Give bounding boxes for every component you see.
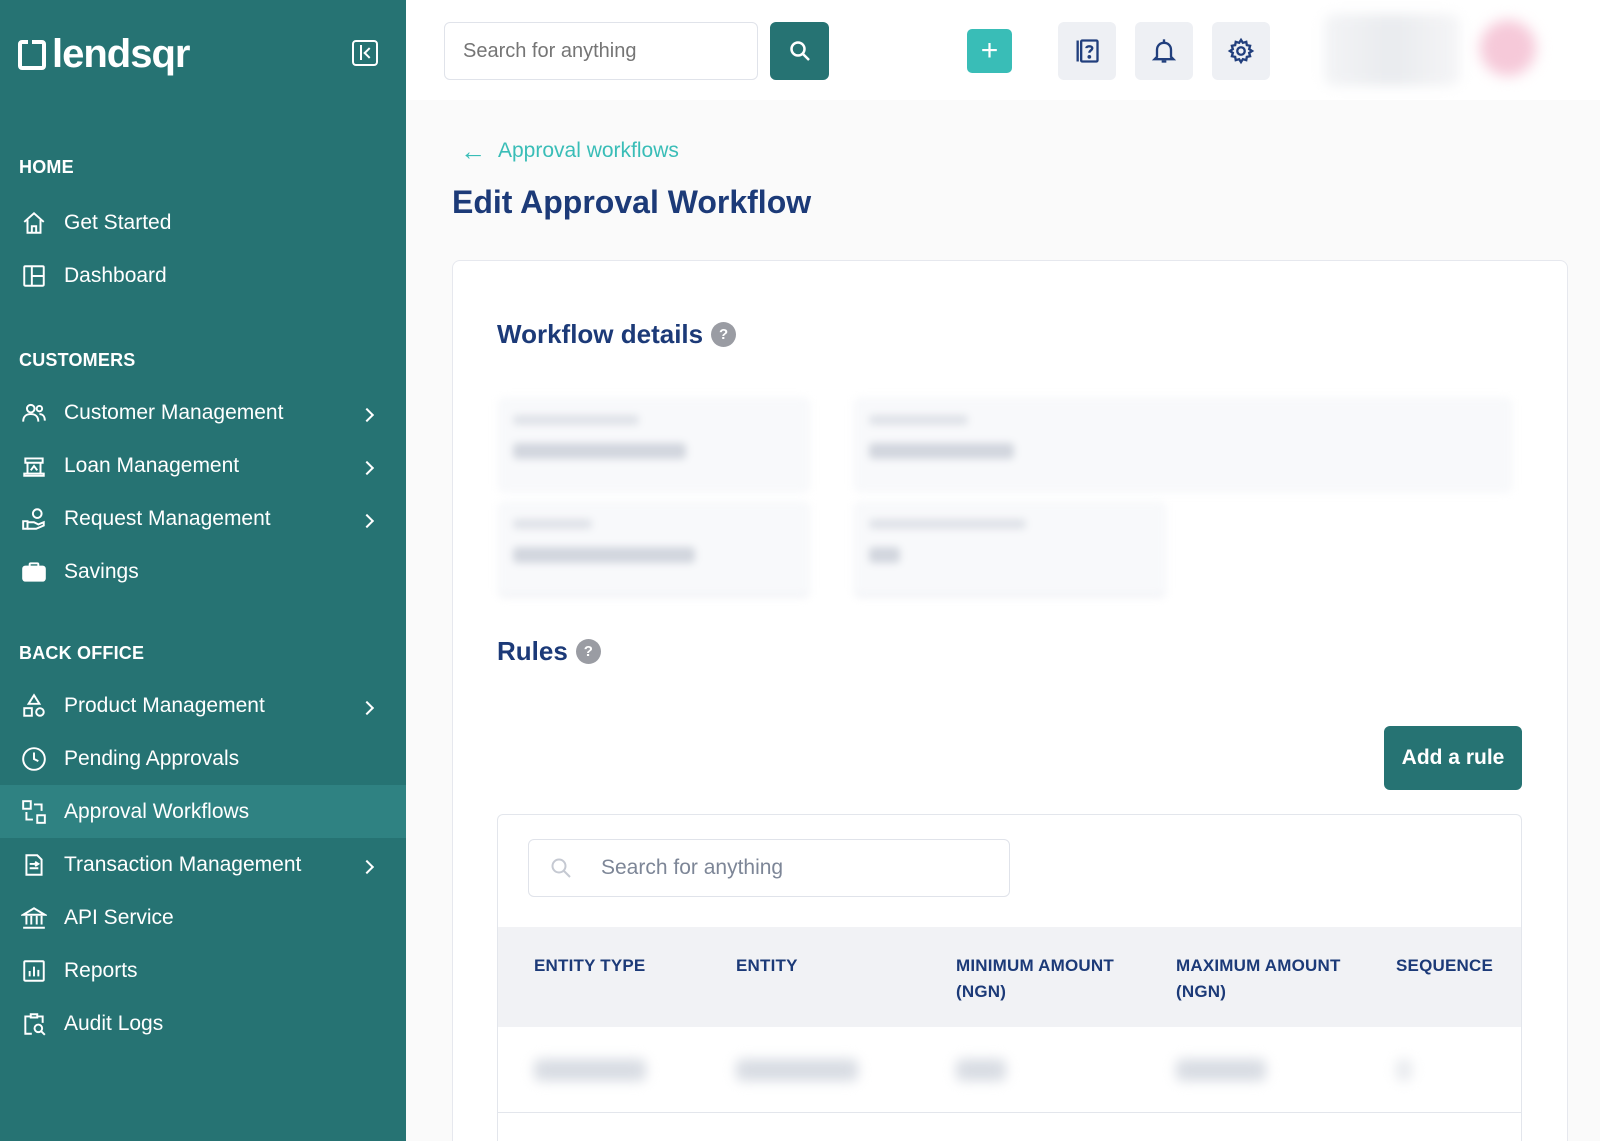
table-header: ENTITY TYPE ENTITY MINIMUM AMOUNT (NGN) M… xyxy=(498,927,1521,1027)
blurred-cell xyxy=(1396,1059,1412,1081)
create-new-button[interactable]: + xyxy=(967,29,1012,73)
chevron-right-icon xyxy=(359,859,375,874)
search-button[interactable] xyxy=(770,22,829,80)
hand-coin-icon xyxy=(20,505,48,533)
rules-title: Rules xyxy=(497,636,568,666)
sidebar-item-label: Loan Management xyxy=(64,453,240,477)
lendsqr-logo[interactable]: lendsqr xyxy=(18,32,190,77)
column-header-entity-type: ENTITY TYPE xyxy=(534,956,646,975)
sidebar-item-label: Savings xyxy=(64,559,139,583)
column-header-entity: ENTITY xyxy=(736,956,798,975)
page-title: Edit Approval Workflow xyxy=(452,184,812,220)
sidebar-item-reports[interactable]: Reports xyxy=(0,944,406,997)
bell-icon xyxy=(1151,39,1177,63)
search-icon xyxy=(789,41,810,61)
sidebar-item-savings[interactable]: Savings xyxy=(0,545,406,598)
sidebar-item-get-started[interactable]: Get Started xyxy=(0,196,406,249)
sidebar-item-label: Pending Approvals xyxy=(64,746,240,770)
blurred-field[interactable] xyxy=(853,397,1513,493)
blurred-cell xyxy=(956,1059,1006,1081)
workflow-details-title: Workflow details xyxy=(497,319,704,349)
arrow-left-icon: ← xyxy=(460,136,486,166)
help-docs-button[interactable] xyxy=(1058,22,1116,80)
blurred-cell xyxy=(534,1059,646,1081)
settings-button[interactable] xyxy=(1212,22,1270,80)
clipboard-search-icon xyxy=(20,1010,48,1038)
sidebar-item-label: Approval Workflows xyxy=(64,799,250,823)
avatar[interactable] xyxy=(1480,20,1536,76)
blurred-select-field[interactable] xyxy=(497,501,811,597)
bank-building-icon xyxy=(20,452,48,480)
column-header-maximum-amount: MAXIMUM AMOUNT (NGN) xyxy=(1176,956,1341,1001)
workflow-details-heading: Workflow details ? xyxy=(497,319,737,350)
home-icon xyxy=(20,209,48,237)
blurred-cell xyxy=(1176,1059,1266,1081)
sidebar-item-customer-management[interactable]: Customer Management xyxy=(0,386,406,439)
user-name-blurred[interactable] xyxy=(1324,14,1460,86)
section-label-back-office: BACK OFFICE xyxy=(19,643,145,663)
table-search-input[interactable]: Search for anything xyxy=(528,839,1010,897)
shapes-icon xyxy=(20,692,48,720)
users-icon xyxy=(20,399,48,427)
sidebar-item-loan-management[interactable]: Loan Management xyxy=(0,439,406,492)
sidebar-item-label: Audit Logs xyxy=(64,1011,164,1035)
logo-text: lendsqr xyxy=(52,32,190,76)
sidebar-item-approval-workflows[interactable]: Approval Workflows xyxy=(0,785,406,838)
sidebar-item-transaction-management[interactable]: Transaction Management xyxy=(0,838,406,891)
workflow-icon xyxy=(20,798,48,826)
table-row[interactable] xyxy=(498,1027,1521,1113)
sidebar-item-label: Get Started xyxy=(64,210,172,234)
sidebar: lendsqr HOME Get Started Dashboard CUSTO… xyxy=(0,0,406,1141)
search-icon xyxy=(551,858,571,878)
column-header-minimum-amount: MINIMUM AMOUNT (NGN) xyxy=(956,956,1114,1001)
global-search-input[interactable] xyxy=(444,22,758,80)
sidebar-item-label: Customer Management xyxy=(64,400,284,424)
chevron-right-icon xyxy=(359,700,375,715)
blurred-field[interactable] xyxy=(497,397,811,493)
notifications-button[interactable] xyxy=(1135,22,1193,80)
help-book-icon xyxy=(1076,39,1099,63)
collapse-sidebar-icon[interactable] xyxy=(352,40,378,66)
rules-heading: Rules ? xyxy=(497,636,601,667)
section-label-customers: CUSTOMERS xyxy=(19,350,136,370)
sidebar-item-pending-approvals[interactable]: Pending Approvals xyxy=(0,732,406,785)
chevron-right-icon xyxy=(359,407,375,422)
section-label-home: HOME xyxy=(19,157,74,177)
breadcrumb-back-link[interactable]: ← Approval workflows xyxy=(460,138,679,164)
sidebar-item-label: Product Management xyxy=(64,693,265,717)
briefcase-icon xyxy=(20,558,48,586)
bank-icon xyxy=(20,904,48,932)
breadcrumb-label: Approval workflows xyxy=(498,139,679,162)
rules-table: Search for anything ENTITY TYPE ENTITY M… xyxy=(497,814,1522,1141)
help-icon[interactable]: ? xyxy=(575,639,601,664)
column-header-sequence: SEQUENCE xyxy=(1396,956,1494,975)
sidebar-item-audit-logs[interactable]: Audit Logs xyxy=(0,997,406,1050)
gear-icon xyxy=(1227,37,1255,65)
blurred-field[interactable] xyxy=(853,501,1167,597)
chevron-right-icon xyxy=(359,513,375,528)
bar-chart-icon xyxy=(20,957,48,985)
sidebar-item-label: Transaction Management xyxy=(64,852,302,876)
top-bar: + xyxy=(406,0,1600,100)
blurred-cell xyxy=(736,1059,858,1081)
sidebar-item-label: Request Management xyxy=(64,506,271,530)
document-transfer-icon xyxy=(20,851,48,879)
sidebar-item-label: Reports xyxy=(64,958,138,982)
clock-icon xyxy=(20,745,48,773)
sidebar-item-label: API Service xyxy=(64,905,174,929)
dashboard-icon xyxy=(20,262,48,290)
help-icon[interactable]: ? xyxy=(711,322,737,347)
sidebar-item-label: Dashboard xyxy=(64,263,167,287)
logo-icon xyxy=(18,39,46,70)
sidebar-item-api-service[interactable]: API Service xyxy=(0,891,406,944)
sidebar-item-request-management[interactable]: Request Management xyxy=(0,492,406,545)
table-search-placeholder: Search for anything xyxy=(601,856,784,879)
chevron-right-icon xyxy=(359,460,375,475)
sidebar-item-dashboard[interactable]: Dashboard xyxy=(0,249,406,302)
sidebar-item-product-management[interactable]: Product Management xyxy=(0,679,406,732)
add-rule-button[interactable]: Add a rule xyxy=(1384,726,1522,790)
